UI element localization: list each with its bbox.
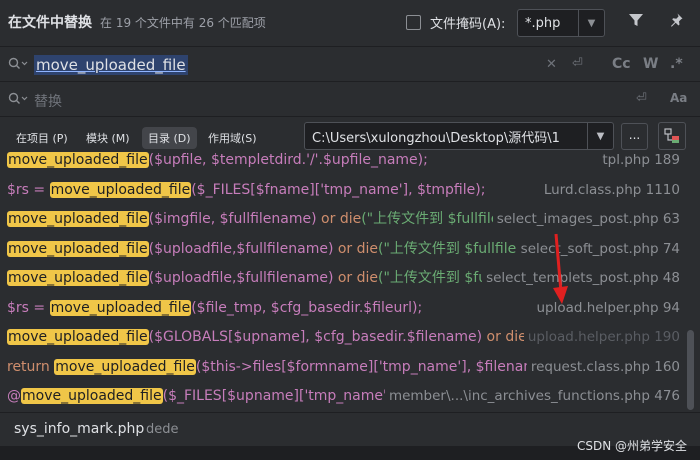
replace-input[interactable]: 替换 (34, 91, 62, 111)
tab-scope[interactable]: 作用域(S) (202, 127, 263, 149)
result-row[interactable]: move_uploaded_file($uploadfile,$fullfile… (0, 263, 686, 293)
result-code: move_uploaded_file($uploadfile,$fullfile… (7, 240, 526, 257)
newline-icon[interactable]: ⏎ (572, 56, 583, 71)
file-mask-combo[interactable]: *.php ▼ (517, 9, 605, 37)
result-file: tpl.php 189 (598, 150, 680, 170)
match-highlight: move_uploaded_file (49, 299, 192, 316)
result-code: return move_uploaded_file($this->files[$… (7, 358, 527, 375)
chevron-down-icon[interactable]: ▼ (578, 10, 604, 36)
match-highlight: move_uploaded_file (7, 152, 149, 168)
chevron-down-icon[interactable]: ▼ (587, 123, 613, 149)
match-highlight: move_uploaded_file (21, 388, 163, 404)
result-file: upload.helper.php 190 (523, 327, 680, 347)
results-list[interactable]: move_uploaded_file($upfile, $templetdird… (0, 150, 700, 412)
search-input[interactable]: move_uploaded_file (34, 55, 188, 75)
clear-icon[interactable]: ✕ (546, 57, 557, 72)
annotation-arrow-icon (553, 233, 568, 304)
regex-icon[interactable]: .* (670, 56, 683, 72)
match-summary: 在 19 个文件中有 26 个匹配项 (100, 15, 266, 30)
newline-icon[interactable]: ⏎ (636, 91, 647, 106)
file-mask-value[interactable]: *.php (525, 16, 578, 31)
result-code: @move_uploaded_file($_FILES[$upname]['tm… (7, 388, 387, 404)
match-highlight: move_uploaded_file (54, 358, 196, 375)
module-tree-icon[interactable] (658, 122, 686, 150)
result-file: select_soft_post.php 74 (516, 238, 680, 259)
file-mask-label: 文件掩码(A): (430, 17, 506, 32)
result-row[interactable]: return move_uploaded_file($this->files[$… (0, 352, 686, 382)
preview-file-name[interactable]: sys_info_mark.php (14, 421, 144, 437)
tab-directory[interactable]: 目录 (D) (142, 127, 197, 149)
result-code: move_uploaded_file($upfile, $templetdird… (7, 152, 428, 168)
match-highlight: move_uploaded_file (7, 240, 149, 257)
result-code: move_uploaded_file($GLOBALS[$upname], $c… (7, 329, 527, 345)
result-row[interactable]: move_uploaded_file($uploadfile,$fullfile… (0, 234, 686, 264)
tab-module[interactable]: 模块 (M) (80, 127, 136, 149)
result-file: request.class.php 160 (526, 356, 680, 377)
result-row[interactable]: @move_uploaded_file($_FILES[$upname]['tm… (0, 381, 686, 411)
match-highlight: move_uploaded_file (7, 329, 149, 345)
replace-history-icon[interactable] (8, 92, 28, 110)
match-highlight: move_uploaded_file (7, 270, 149, 286)
result-row[interactable]: move_uploaded_file($upfile, $templetdird… (0, 150, 686, 175)
result-file: Lurd.class.php 1110 (539, 179, 680, 200)
results-scrollbar[interactable] (687, 330, 694, 410)
result-code: $rs = move_uploaded_file($file_tmp, $cfg… (7, 299, 423, 316)
file-mask-checkbox[interactable] (406, 15, 421, 30)
result-code: $rs = move_uploaded_file($_FILES[$fname]… (7, 181, 486, 198)
result-row[interactable]: $rs = move_uploaded_file($file_tmp, $cfg… (0, 293, 686, 323)
match-case-icon[interactable]: Cc (612, 56, 631, 72)
preview-directory: dede (146, 422, 179, 437)
result-row[interactable]: $rs = move_uploaded_file($_FILES[$fname]… (0, 175, 686, 205)
result-file: select_templets_post.php 48 (482, 268, 680, 288)
dialog-title: 在文件中替换 (8, 15, 92, 31)
result-row[interactable]: move_uploaded_file($imgfile, $fullfilena… (0, 204, 686, 234)
result-row[interactable]: move_uploaded_file($GLOBALS[$upname], $c… (0, 322, 686, 352)
replace-row: 替换 ⏎ Aа (0, 83, 700, 117)
pin-icon[interactable] (666, 12, 686, 32)
search-history-icon[interactable] (8, 57, 28, 75)
preserve-case-icon[interactable]: Aа (670, 91, 687, 105)
tab-project[interactable]: 在项目 (P) (10, 127, 74, 149)
result-file: select_images_post.php 63 (492, 209, 680, 229)
whole-word-icon[interactable]: W (643, 56, 658, 72)
search-row: move_uploaded_file ✕ ⏎ Cc W .* (0, 46, 700, 82)
match-highlight: move_uploaded_file (49, 181, 192, 198)
browse-button[interactable]: ... (621, 123, 648, 150)
directory-combo[interactable]: C:\Users\xulongzhou\Desktop\源代码\1 ▼ (304, 122, 614, 150)
filter-icon[interactable] (626, 12, 646, 32)
watermark: CSDN @州弟学安全 (577, 439, 688, 453)
result-code: move_uploaded_file($uploadfile,$fullfile… (7, 270, 491, 286)
directory-input[interactable]: C:\Users\xulongzhou\Desktop\源代码\1 (312, 127, 587, 146)
result-code: move_uploaded_file($imgfile, $fullfilena… (7, 211, 509, 227)
result-file: member\...\inc_archives_functions.php 47… (384, 386, 680, 406)
match-highlight: move_uploaded_file (7, 211, 149, 227)
